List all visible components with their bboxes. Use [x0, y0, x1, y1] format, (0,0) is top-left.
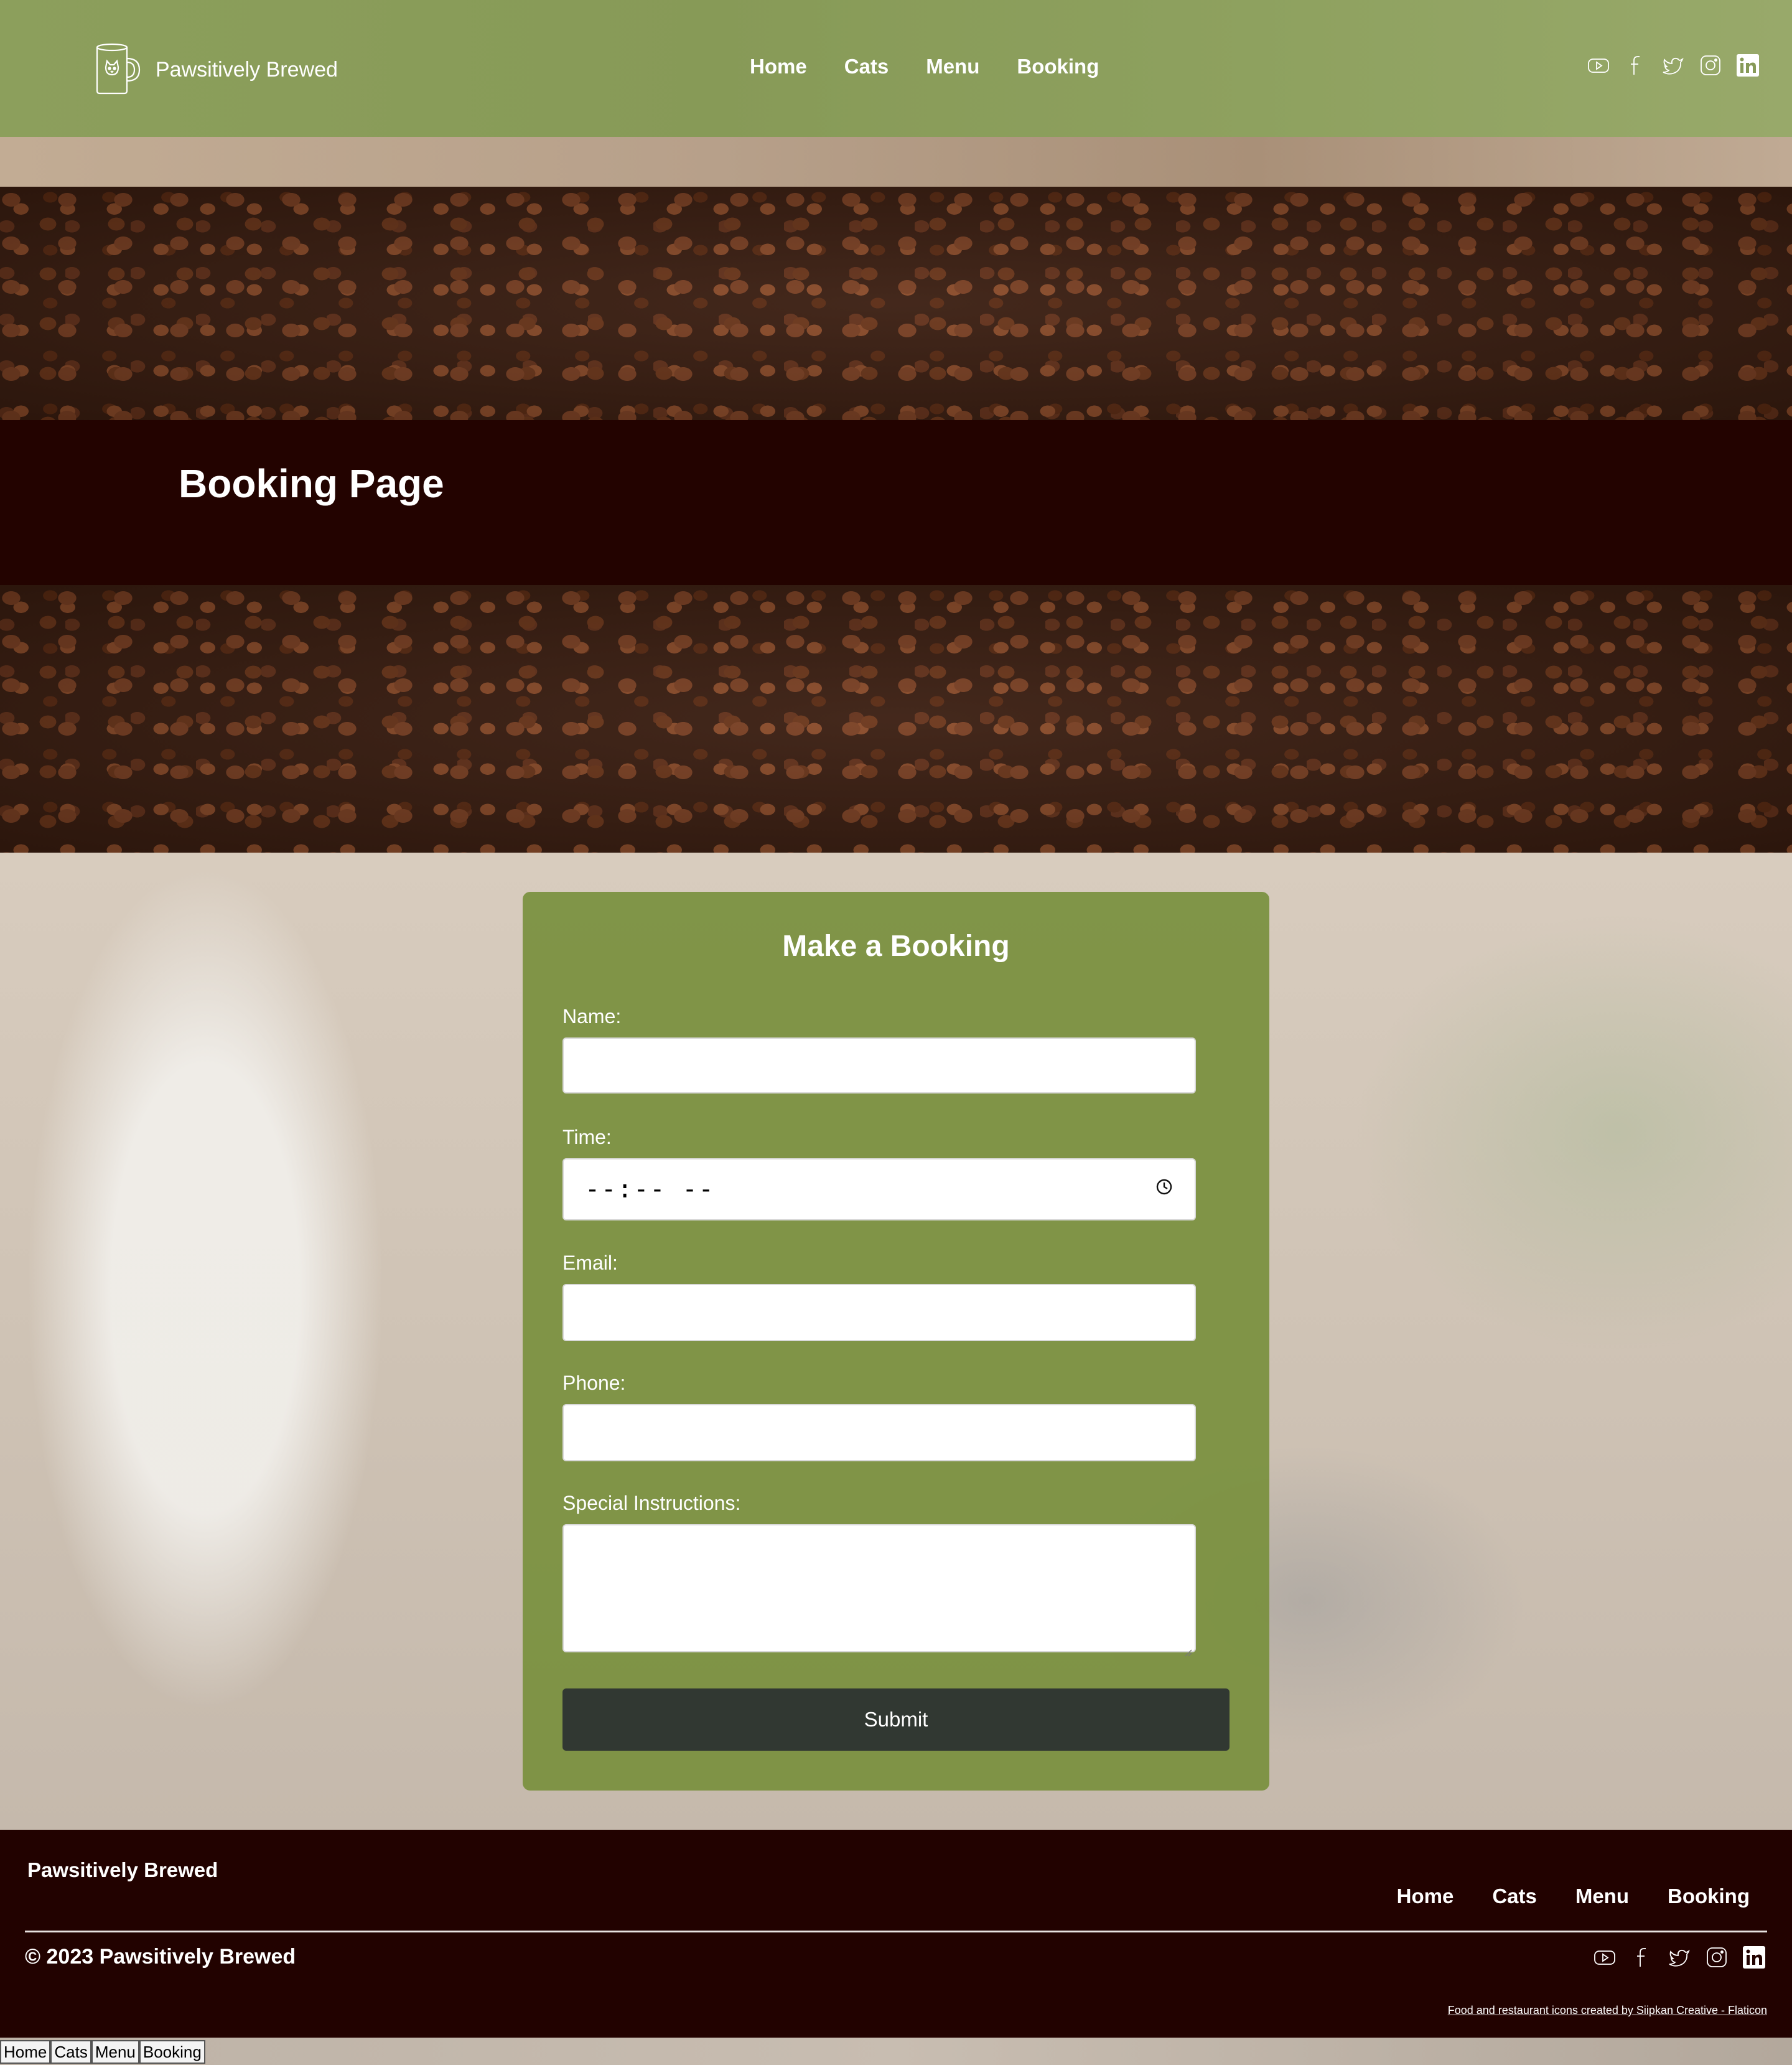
bottom-nav-cats[interactable]: Cats — [50, 2040, 91, 2064]
brand-name: Pawsitively Brewed — [156, 58, 338, 82]
footer-nav-booking[interactable]: Booking — [1668, 1885, 1750, 1908]
form-title: Make a Booking — [782, 930, 1010, 963]
resize-handle-icon[interactable] — [1182, 1639, 1192, 1657]
page-title: Booking Page — [179, 461, 444, 506]
facebook-icon[interactable] — [1630, 1946, 1654, 1969]
youtube-icon[interactable] — [1587, 54, 1610, 77]
coffee-beans-banner-bottom — [0, 585, 1792, 853]
instructions-textarea[interactable] — [562, 1524, 1196, 1657]
phone-label: Phone: — [562, 1372, 626, 1394]
name-label: Name: — [562, 1005, 622, 1028]
bottom-nav-booking[interactable]: Booking — [139, 2040, 205, 2064]
instagram-icon[interactable] — [1705, 1946, 1729, 1969]
nav-cats[interactable]: Cats — [844, 55, 889, 78]
icon-credit-link[interactable]: Food and restaurant icons created by Sii… — [1448, 2004, 1767, 2017]
footer-nav-cats[interactable]: Cats — [1492, 1885, 1537, 1908]
clock-icon[interactable] — [1155, 1178, 1174, 1201]
linkedin-icon[interactable] — [1742, 1946, 1766, 1969]
footer-nav-menu[interactable]: Menu — [1575, 1885, 1629, 1908]
site-header: Pawsitively Brewed Home Cats Menu Bookin… — [0, 0, 1792, 137]
bottom-background-strip — [0, 2038, 1792, 2065]
background-photo-strip — [0, 137, 1792, 187]
facebook-icon[interactable] — [1624, 54, 1648, 77]
instructions-label: Special Instructions: — [562, 1492, 741, 1514]
footer-social-links — [1593, 1946, 1766, 1969]
submit-button[interactable]: Submit — [562, 1688, 1230, 1751]
bottom-nav-menu[interactable]: Menu — [91, 2040, 139, 2064]
linkedin-icon[interactable] — [1736, 54, 1760, 77]
youtube-icon[interactable] — [1593, 1946, 1617, 1969]
brand[interactable]: Pawsitively Brewed — [93, 42, 338, 98]
nav-home[interactable]: Home — [750, 55, 807, 78]
footer-brand: Pawsitively Brewed — [27, 1858, 218, 1881]
header-social-links — [1587, 54, 1760, 77]
twitter-icon[interactable] — [1668, 1946, 1691, 1969]
email-input[interactable] — [562, 1284, 1196, 1341]
time-label: Time: — [562, 1126, 612, 1148]
main-nav: Home Cats Menu Booking — [750, 55, 1136, 78]
footer-nav-home[interactable]: Home — [1397, 1885, 1454, 1908]
email-label: Email: — [562, 1252, 618, 1274]
twitter-icon[interactable] — [1661, 54, 1685, 77]
copyright: © 2023 Pawsitively Brewed — [25, 1945, 296, 1969]
bottom-nav: Home Cats Menu Booking — [0, 2040, 205, 2064]
coffee-beans-banner-top — [0, 187, 1792, 420]
site-footer: Pawsitively Brewed Home Cats Menu Bookin… — [0, 1830, 1792, 2038]
time-input[interactable]: --:-- -- — [562, 1158, 1196, 1220]
instagram-icon[interactable] — [1699, 54, 1722, 77]
time-placeholder: --:-- -- — [585, 1175, 715, 1204]
phone-input[interactable] — [562, 1404, 1196, 1461]
footer-divider — [25, 1931, 1767, 1932]
booking-form: Make a Booking Name: Time: --:-- -- Emai… — [523, 892, 1269, 1791]
nav-menu[interactable]: Menu — [926, 55, 979, 78]
footer-nav: Home Cats Menu Booking — [1358, 1885, 1750, 1908]
nav-booking[interactable]: Booking — [1017, 55, 1099, 78]
cat-mug-logo-icon — [93, 42, 143, 98]
bottom-nav-home[interactable]: Home — [0, 2040, 51, 2064]
name-input[interactable] — [562, 1037, 1196, 1093]
